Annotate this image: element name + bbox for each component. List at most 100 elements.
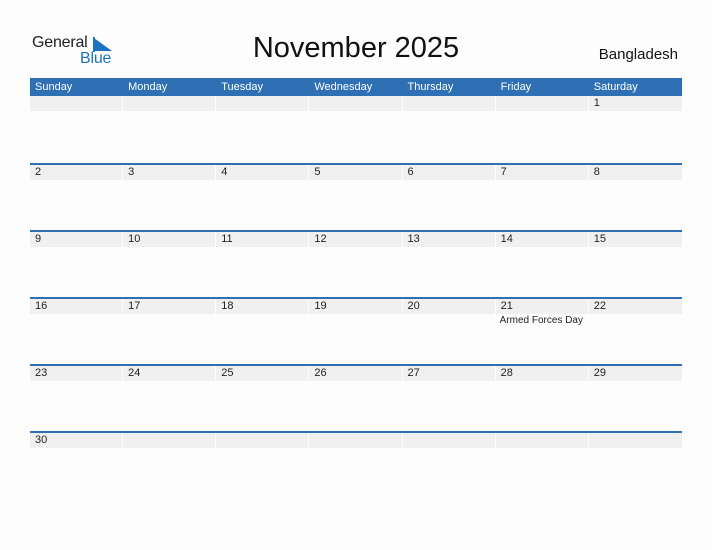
day-cell (402, 96, 496, 163)
day-number (495, 96, 588, 111)
day-cell: 11 (216, 232, 309, 299)
day-cell: 6 (402, 165, 496, 232)
day-cell: 29 (588, 366, 682, 433)
day-cell: 18 (216, 299, 309, 366)
day-cell (495, 433, 589, 500)
week-row: 2345678 (30, 163, 682, 230)
day-cell: 14 (495, 232, 589, 299)
day-number (402, 433, 495, 448)
day-number: 25 (216, 366, 309, 381)
day-cell: 30 (30, 433, 123, 500)
week-row: 16 17 18 19 20 21 Armed Forces Day 22 (30, 297, 682, 364)
day-number: 19 (309, 299, 402, 314)
day-number: 20 (402, 299, 495, 314)
day-cell: 12 (309, 232, 402, 299)
day-number (123, 433, 216, 448)
day-cell: 9 (30, 232, 123, 299)
weekday-friday: Friday (500, 81, 532, 93)
day-cell: 20 (402, 299, 496, 366)
day-cell (123, 96, 216, 163)
day-number: 9 (30, 232, 123, 247)
day-cell: 4 (216, 165, 309, 232)
day-cell (588, 433, 682, 500)
day-cell: 13 (402, 232, 496, 299)
day-cell (309, 433, 402, 500)
day-cell: 27 (402, 366, 496, 433)
weekday-thursday: Thursday (407, 81, 454, 93)
day-number: 10 (123, 232, 216, 247)
day-cell: 8 (588, 165, 682, 232)
weekday-monday: Monday (128, 81, 168, 93)
weekday-tuesday: Tuesday (221, 81, 264, 93)
day-number (216, 96, 309, 111)
day-number: 5 (309, 165, 402, 180)
day-cell (216, 433, 309, 500)
weekday-sunday: Sunday (35, 81, 73, 93)
day-number: 3 (123, 165, 216, 180)
day-cell: 22 (588, 299, 682, 366)
day-cell: 23 (30, 366, 123, 433)
day-number: 21 (495, 299, 588, 314)
day-cell: 2 (30, 165, 123, 232)
day-number: 6 (402, 165, 495, 180)
weekday-saturday: Saturday (593, 81, 638, 93)
day-cell: 28 (495, 366, 589, 433)
day-number: 30 (30, 433, 123, 448)
week-row: 9 10 11 12 13 14 15 (30, 230, 682, 297)
day-number (123, 96, 216, 111)
day-number (588, 433, 682, 448)
day-number: 12 (309, 232, 402, 247)
day-cell: 7 (495, 165, 589, 232)
holiday-label: Armed Forces Day (499, 315, 583, 326)
day-cell (309, 96, 402, 163)
day-number: 16 (30, 299, 123, 314)
day-cell: 15 (588, 232, 682, 299)
day-number: 17 (123, 299, 216, 314)
day-number: 15 (588, 232, 682, 247)
day-number: 1 (588, 96, 682, 111)
country-label: Bangladesh (598, 46, 678, 63)
day-cell (216, 96, 309, 163)
day-number: 24 (123, 366, 216, 381)
day-number: 8 (588, 165, 682, 180)
day-cell: 17 (123, 299, 216, 366)
week-row: 23 24 25 26 27 28 29 (30, 364, 682, 431)
day-number (30, 96, 123, 111)
day-number: 4 (216, 165, 309, 180)
day-number: 14 (495, 232, 588, 247)
day-cell: 26 (309, 366, 402, 433)
calendar-grid: Sunday Monday Tuesday Wednesday Thursday Frid… (30, 78, 682, 498)
day-cell: 5 (309, 165, 402, 232)
day-number: 22 (588, 299, 682, 314)
day-cell: 25 (216, 366, 309, 433)
day-cell: 24 (123, 366, 216, 433)
day-number: 13 (402, 232, 495, 247)
day-number: 11 (216, 232, 309, 247)
week-row: 30 (30, 431, 682, 498)
day-number: 2 (30, 165, 123, 180)
day-cell (402, 433, 496, 500)
day-number: 18 (216, 299, 309, 314)
day-number (402, 96, 495, 111)
day-cell: 21 Armed Forces Day (495, 299, 589, 366)
weekday-header: Sunday Monday Tuesday Wednesday Thursday Frid… (30, 78, 682, 96)
weekday-wednesday: Wednesday (314, 81, 373, 93)
day-number: 27 (402, 366, 495, 381)
day-cell (30, 96, 123, 163)
day-number (309, 96, 402, 111)
day-number (216, 433, 309, 448)
day-number: 29 (588, 366, 682, 381)
week-row: 1 (30, 96, 682, 163)
day-cell: 1 (588, 96, 682, 163)
day-cell: 19 (309, 299, 402, 366)
day-cell: 16 (30, 299, 123, 366)
day-number: 7 (495, 165, 588, 180)
day-number: 28 (495, 366, 588, 381)
day-cell (123, 433, 216, 500)
day-number (495, 433, 588, 448)
day-number: 23 (30, 366, 123, 381)
day-cell: 3 (123, 165, 216, 232)
day-cell (495, 96, 589, 163)
day-cell: 10 (123, 232, 216, 299)
day-number: 26 (309, 366, 402, 381)
